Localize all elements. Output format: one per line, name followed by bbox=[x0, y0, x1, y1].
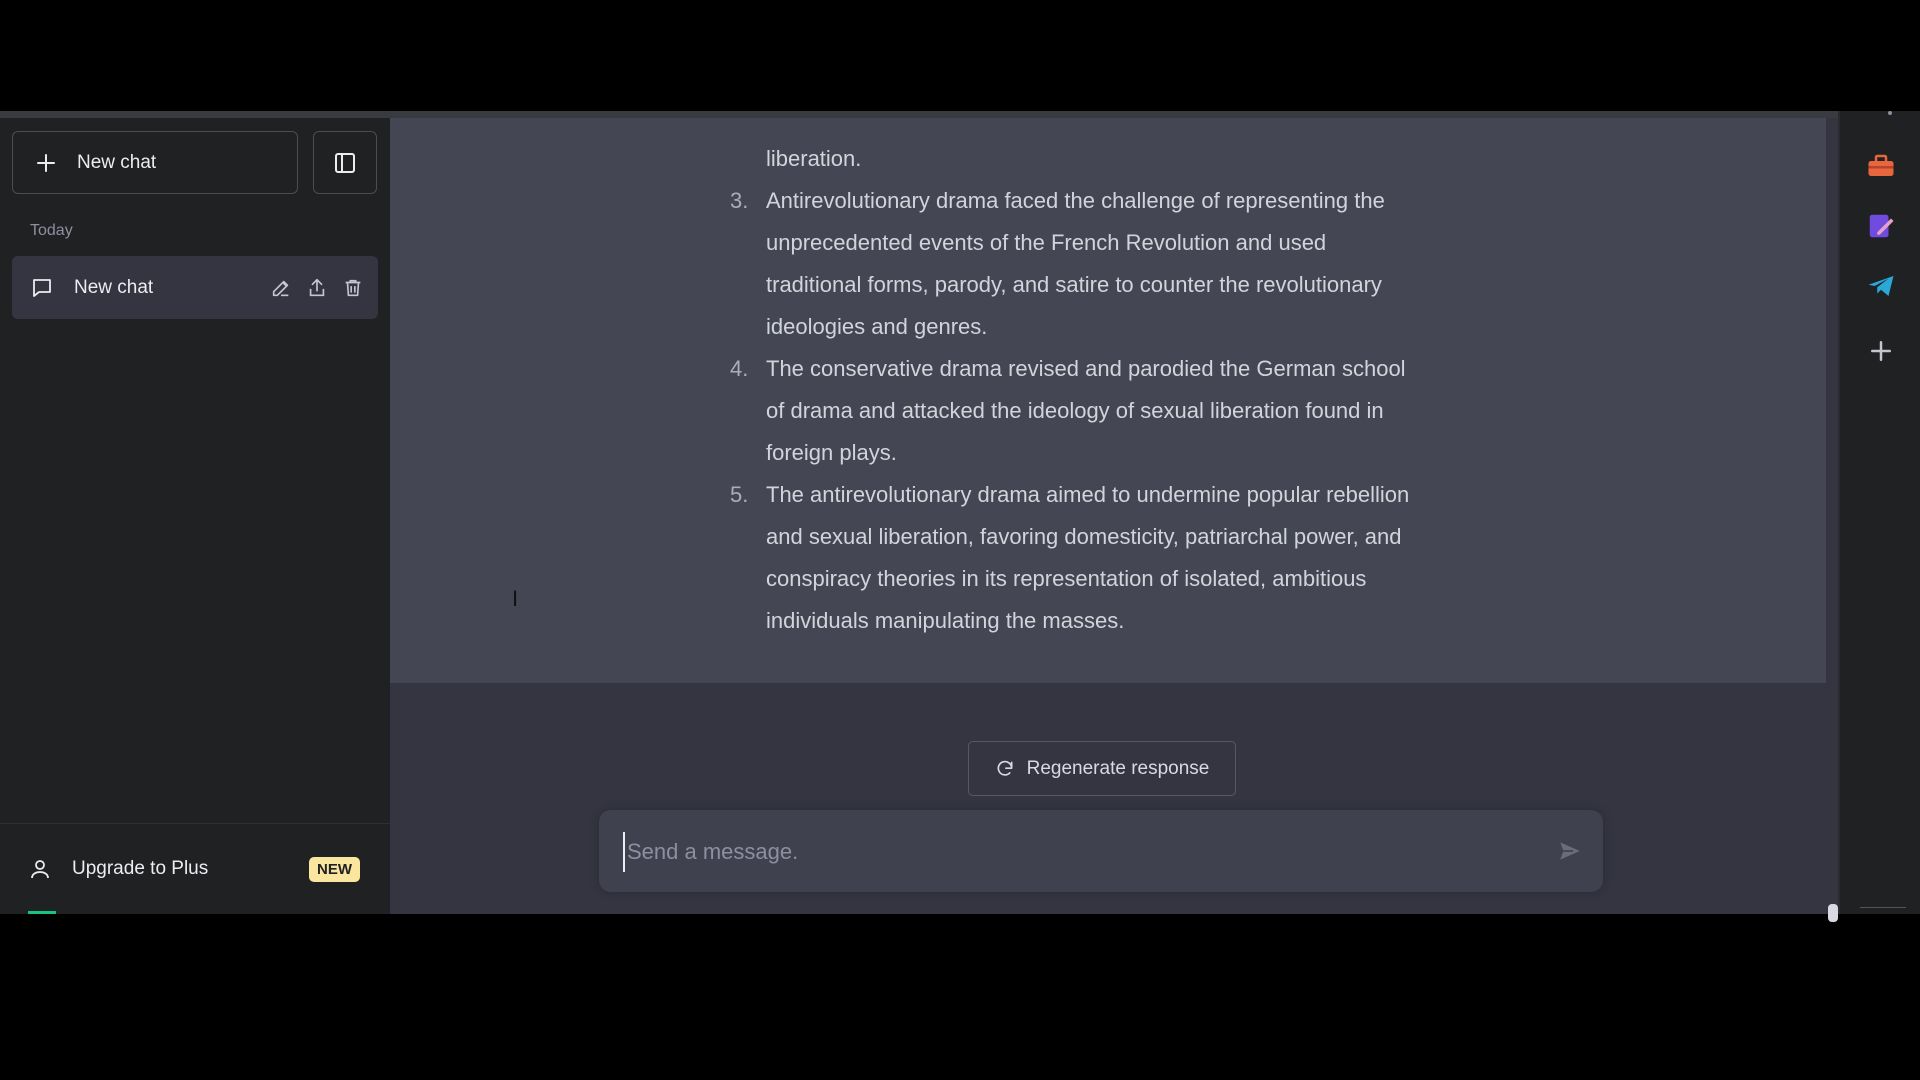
pen-note-icon[interactable] bbox=[1866, 211, 1896, 241]
answer-line: and sexual liberation, favoring domestic… bbox=[766, 524, 1402, 549]
answer-line: Antirevolutionary drama faced the challe… bbox=[766, 188, 1385, 213]
new-chat-button[interactable]: New chat bbox=[12, 131, 298, 194]
answer-line: The conservative drama revised and parod… bbox=[766, 356, 1406, 381]
telegram-icon[interactable] bbox=[1866, 271, 1896, 301]
pencil-icon[interactable] bbox=[270, 277, 292, 299]
list-number: 4. bbox=[730, 356, 749, 381]
sidebar-toggle-icon bbox=[333, 151, 357, 175]
share-icon[interactable] bbox=[306, 277, 328, 299]
section-label-today: Today bbox=[30, 222, 73, 239]
list-number: 3. bbox=[730, 188, 749, 213]
sidebar-chat-item[interactable]: New chat bbox=[12, 256, 378, 319]
sidebar-divider bbox=[0, 823, 390, 824]
answer-line: unprecedented events of the French Revol… bbox=[766, 230, 1327, 255]
sidebar-toggle-button[interactable] bbox=[313, 131, 377, 194]
scrollbar-track[interactable] bbox=[1826, 118, 1838, 914]
answer-line: individuals manipulating the masses. bbox=[766, 608, 1125, 633]
message-input[interactable] bbox=[623, 832, 1529, 872]
text-cursor-icon: I bbox=[512, 586, 519, 611]
upgrade-to-plus-button[interactable]: Upgrade to Plus NEW bbox=[12, 840, 378, 898]
message-composer bbox=[599, 810, 1603, 892]
answer-line: The antirevolutionary drama aimed to und… bbox=[766, 482, 1410, 507]
upgrade-label: Upgrade to Plus bbox=[72, 858, 209, 879]
rail-indicator bbox=[1888, 111, 1892, 115]
scrollbar-thumb[interactable] bbox=[1828, 904, 1838, 922]
answer-line: traditional forms, parody, and satire to… bbox=[766, 272, 1382, 297]
refresh-icon bbox=[995, 759, 1015, 779]
extension-rail bbox=[1838, 111, 1920, 914]
top-border bbox=[0, 111, 1838, 118]
sidebar: New chat Today New chat Upgrade to Plus … bbox=[0, 118, 390, 914]
new-badge: NEW bbox=[309, 856, 360, 882]
plus-icon bbox=[35, 152, 57, 174]
regenerate-label: Regenerate response bbox=[1026, 757, 1210, 779]
user-icon bbox=[28, 857, 52, 881]
account-indicator bbox=[28, 911, 56, 914]
app-window: New chat Today New chat Upgrade to Plus … bbox=[0, 111, 1920, 922]
answer-line: of drama and attacked the ideology of se… bbox=[766, 398, 1384, 423]
answer-line: conspiracy theories in its representatio… bbox=[766, 566, 1367, 591]
answer-line: liberation. bbox=[766, 146, 862, 171]
toolbox-icon[interactable] bbox=[1866, 151, 1896, 181]
chat-item-label: New chat bbox=[74, 276, 154, 298]
list-number: 5. bbox=[730, 482, 749, 507]
assistant-message: liberation. 3. Antirevolutionary drama fac… bbox=[390, 118, 1826, 683]
regenerate-response-button[interactable]: Regenerate response bbox=[968, 741, 1236, 796]
chat-main: liberation. 3. Antirevolutionary drama fac… bbox=[390, 118, 1838, 922]
trash-icon[interactable] bbox=[342, 277, 364, 299]
new-chat-label: New chat bbox=[77, 151, 157, 173]
answer-line: foreign plays. bbox=[766, 440, 897, 465]
rail-divider bbox=[1860, 907, 1906, 908]
answer-line: ideologies and genres. bbox=[766, 314, 988, 339]
plus-icon[interactable] bbox=[1866, 336, 1896, 366]
send-icon[interactable] bbox=[1557, 838, 1583, 864]
message-icon bbox=[30, 276, 54, 300]
